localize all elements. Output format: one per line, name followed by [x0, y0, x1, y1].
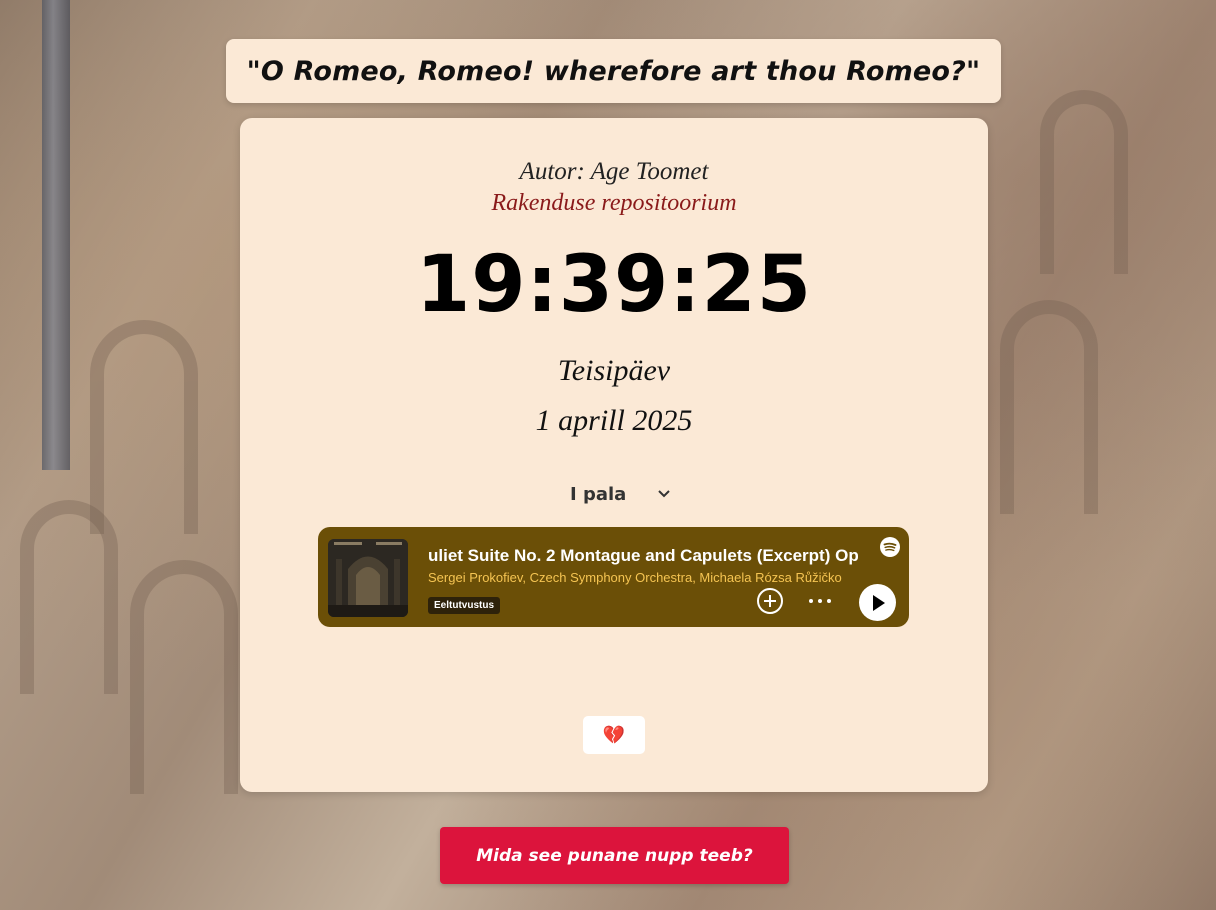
album-art[interactable] — [328, 539, 408, 617]
quote-banner: "O Romeo, Romeo! wherefore art thou Rome… — [226, 39, 1001, 103]
preview-badge: Eeltutvustus — [428, 597, 501, 614]
track-select-value: I pala — [570, 483, 627, 505]
clock-time: 19:39:25 — [415, 240, 813, 330]
more-options-button[interactable] — [806, 589, 834, 613]
track-select[interactable]: I pala — [560, 480, 680, 508]
quote-text: "O Romeo, Romeo! wherefore art thou Rome… — [246, 55, 981, 87]
spotify-embed: uliet Suite No. 2 Montague and Capulets … — [318, 527, 909, 627]
background-arch — [90, 320, 198, 534]
broken-heart-button[interactable]: 💔 — [583, 716, 645, 754]
broken-heart-icon: 💔 — [602, 724, 626, 745]
date-label: 1 aprill 2025 — [535, 404, 693, 437]
background-arch — [1000, 300, 1098, 514]
add-to-library-button[interactable] — [756, 587, 784, 615]
background-arch — [130, 560, 238, 794]
spotify-icon[interactable] — [880, 537, 900, 557]
track-artists[interactable]: Sergei Prokofiev, Czech Symphony Orchest… — [428, 570, 858, 585]
author-label: Autor: Age Toomet — [519, 158, 709, 185]
background-drainpipe — [42, 0, 70, 470]
play-button[interactable] — [859, 584, 896, 621]
chevron-down-icon — [656, 486, 672, 502]
weekday-label: Teisipäev — [557, 354, 671, 387]
clock-card: Autor: Age Toomet Rakenduse repositooriu… — [240, 118, 988, 792]
red-button[interactable]: Mida see punane nupp teeb? — [440, 827, 789, 884]
background-arch — [1040, 90, 1128, 274]
play-icon — [872, 594, 885, 611]
background-arch — [20, 500, 118, 694]
track-title[interactable]: uliet Suite No. 2 Montague and Capulets … — [428, 546, 858, 566]
repository-link[interactable]: Rakenduse repositoorium — [240, 190, 988, 217]
